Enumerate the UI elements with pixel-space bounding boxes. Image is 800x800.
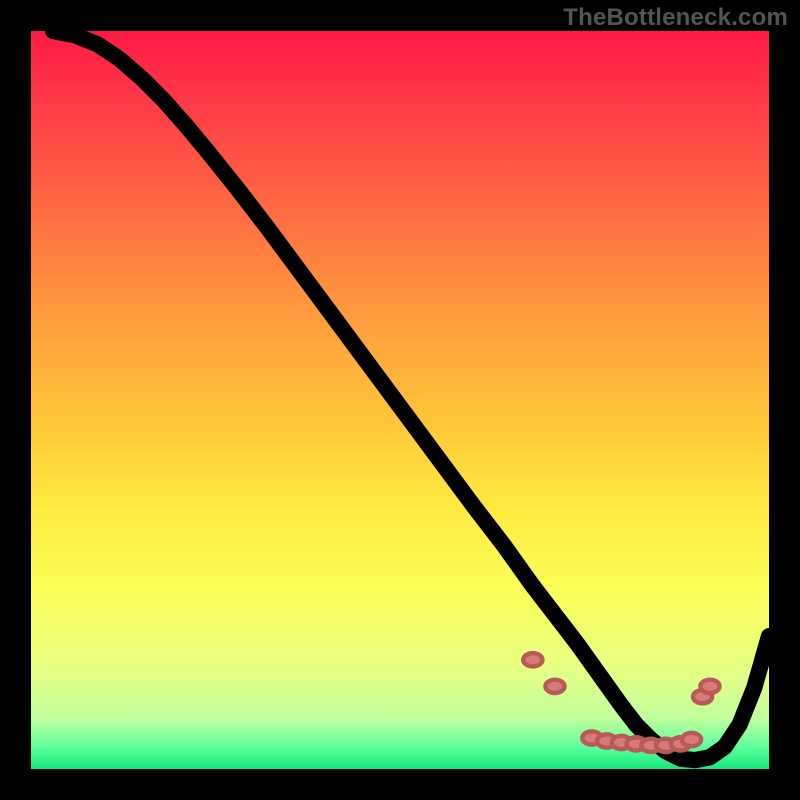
highlight-marker [682,733,701,746]
bottleneck-curve [53,31,769,760]
highlight-marker [700,680,719,693]
highlight-marker [545,680,564,693]
chart-frame: TheBottleneck.com [0,0,800,800]
highlight-marker [523,653,542,666]
watermark-label: TheBottleneck.com [563,4,788,32]
chart-svg [31,31,769,769]
